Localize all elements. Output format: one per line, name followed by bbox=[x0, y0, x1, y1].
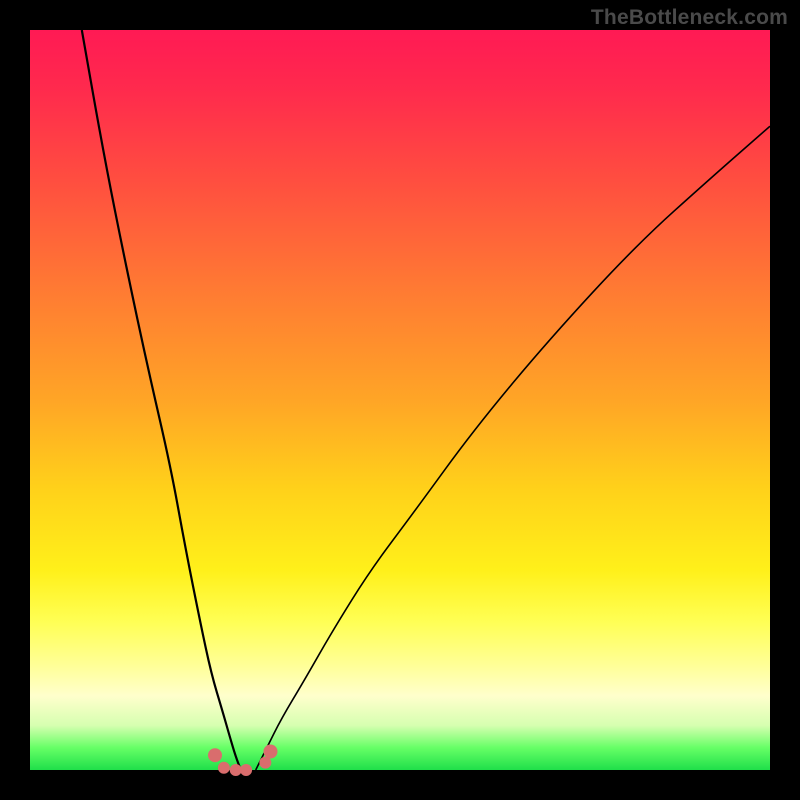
bottleneck-curve bbox=[30, 30, 770, 770]
watermark-text: TheBottleneck.com bbox=[591, 6, 788, 30]
curve-left-branch bbox=[82, 30, 241, 770]
trough-dot bbox=[240, 764, 252, 776]
trough-dot bbox=[230, 764, 242, 776]
trough-dot bbox=[208, 748, 222, 762]
curve-right-branch bbox=[256, 126, 770, 770]
trough-markers bbox=[208, 745, 278, 777]
trough-dot bbox=[218, 762, 230, 774]
trough-dot bbox=[264, 745, 278, 759]
